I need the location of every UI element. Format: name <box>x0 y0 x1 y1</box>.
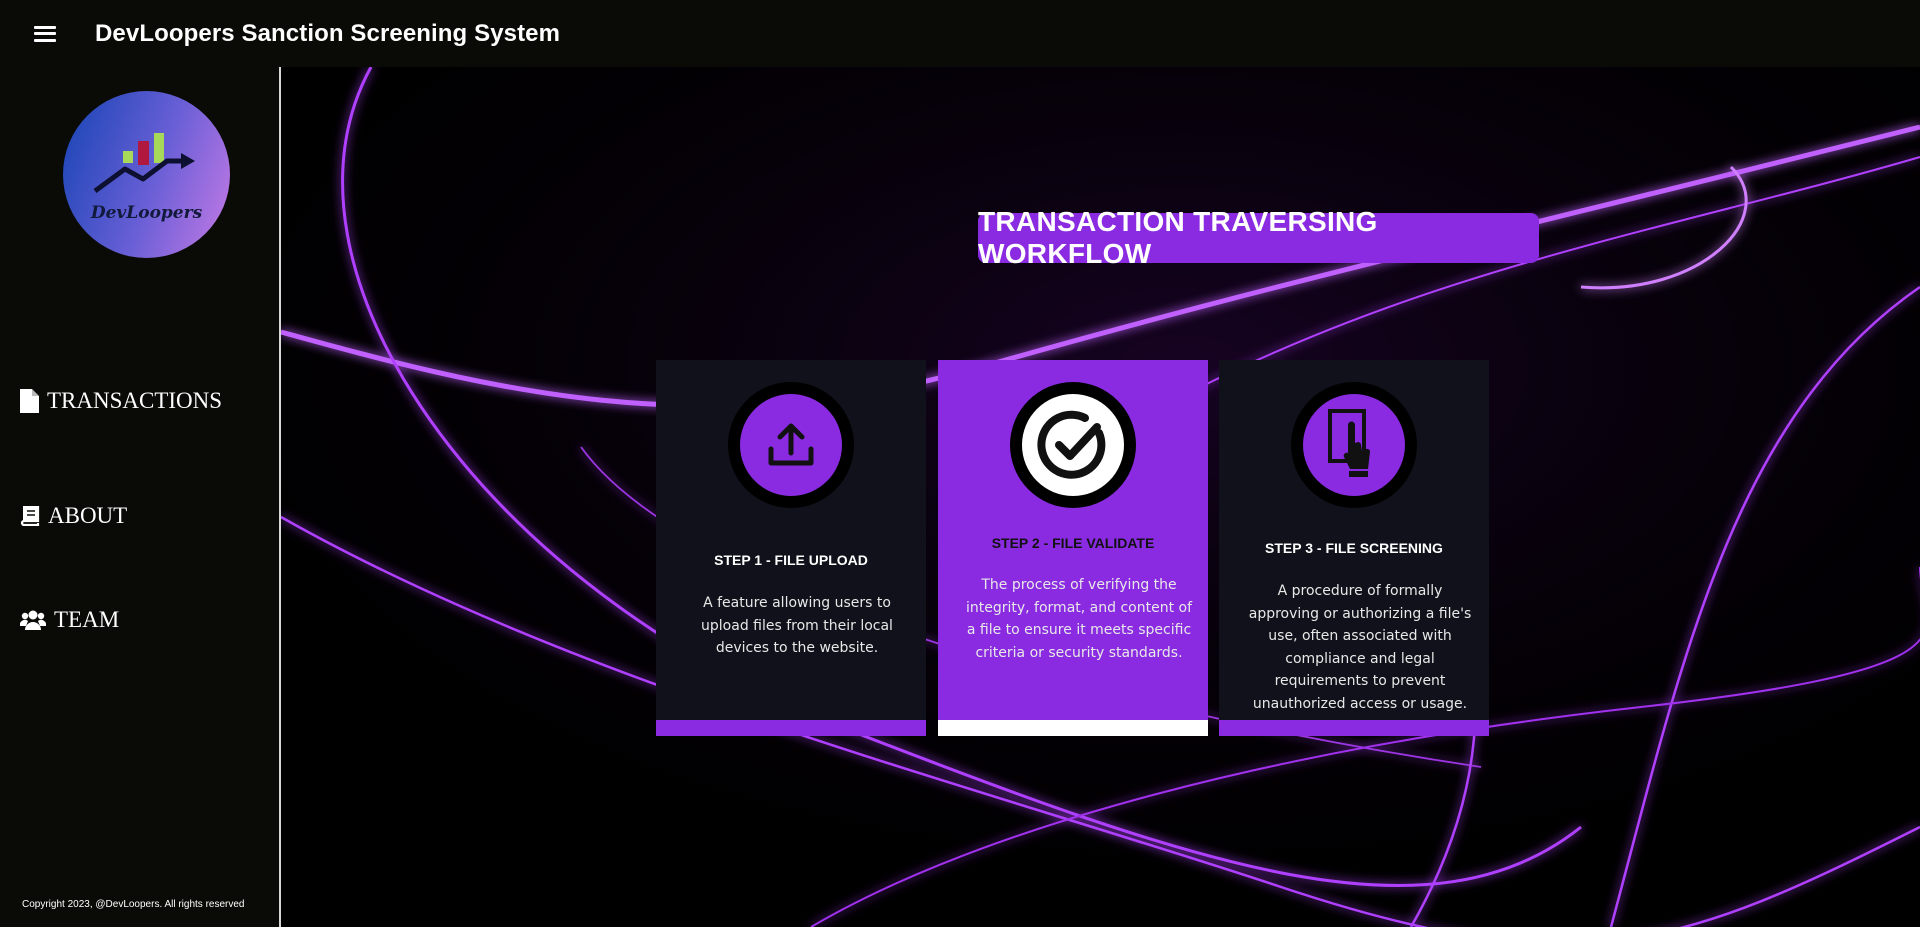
card-bottom-bar <box>656 720 926 736</box>
step-description: A feature allowing users to upload files… <box>701 595 893 656</box>
sidebar-item-label: TRANSACTIONS <box>47 388 223 413</box>
sidebar-item-team[interactable]: TEAM <box>20 607 119 633</box>
sidebar-item-transactions[interactable]: TRANSACTIONS <box>20 388 222 414</box>
card-bottom-bar <box>1219 720 1489 736</box>
step-title: STEP 2 - FILE VALIDATE <box>991 535 1155 551</box>
sidebar-item-label: ABOUT <box>48 503 128 528</box>
logo-text: DevLoopers <box>90 203 203 223</box>
step-card-validate[interactable]: STEP 2 - FILE VALIDATE The process of ve… <box>938 360 1208 736</box>
hamburger-menu-icon[interactable] <box>34 25 56 42</box>
step-description: The process of verifying the integrity, … <box>965 577 1193 661</box>
devloopers-logo: DevLoopers <box>63 91 230 258</box>
sidebar-item-about[interactable]: ABOUT <box>20 503 127 529</box>
workflow-heading: TRANSACTION TRAVERSING WORKFLOW <box>978 206 1539 269</box>
book-icon <box>20 506 40 526</box>
top-app-bar: DevLoopers Sanction Screening System <box>0 0 1920 67</box>
copyright-footer: Copyright 2023, @DevLoopers. All rights … <box>22 899 245 910</box>
chart-logo-icon <box>93 133 195 194</box>
check-circle-icon <box>1037 410 1106 479</box>
icon-ring <box>1010 382 1136 508</box>
users-icon <box>20 610 46 630</box>
app-title: DevLoopers Sanction Screening System <box>95 19 561 47</box>
file-icon <box>20 389 39 413</box>
step-card-upload[interactable]: STEP 1 - FILE UPLOAD A feature allowing … <box>656 360 926 736</box>
tap-screen-icon <box>1328 409 1371 477</box>
step-card-screening[interactable]: STEP 3 - FILE SCREENING A procedure of f… <box>1219 360 1489 736</box>
upload-icon <box>768 423 814 466</box>
card-bottom-bar <box>938 720 1208 736</box>
main-content: TRANSACTION TRAVERSING WORKFLOW STEP 1 -… <box>281 67 1920 927</box>
sidebar: DevLoopers TRANSACTIONS ABOUT TEAM Copyr <box>0 67 281 927</box>
sidebar-item-label: TEAM <box>54 607 120 632</box>
icon-ring <box>728 382 854 508</box>
icon-ring <box>1291 382 1417 508</box>
step-title: STEP 3 - FILE SCREENING <box>1265 540 1443 556</box>
step-description: A procedure of formally approving or aut… <box>1248 583 1472 712</box>
step-title: STEP 1 - FILE UPLOAD <box>714 552 868 568</box>
